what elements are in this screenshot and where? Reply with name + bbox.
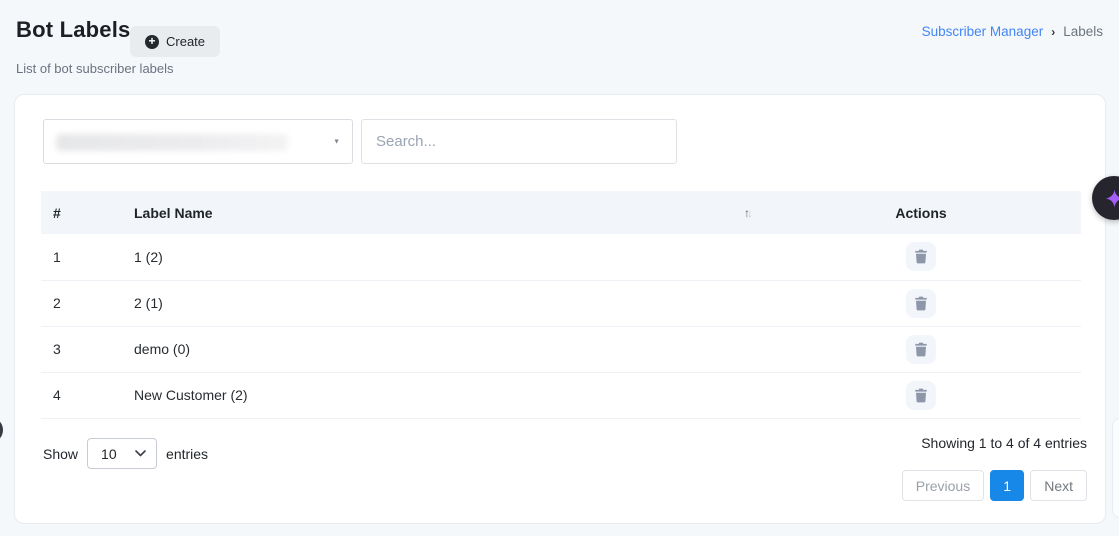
delete-label-button[interactable] (906, 289, 936, 318)
trash-icon (914, 388, 928, 403)
page-size-value: 10 (101, 446, 117, 462)
row-label: demo (0) (134, 326, 761, 372)
row-label: 1 (2) (134, 234, 761, 280)
column-header-label-name[interactable]: Label Name ↑↓ (134, 191, 761, 234)
column-header-index: # (41, 191, 134, 234)
page-1-button[interactable]: 1 (990, 470, 1024, 501)
breadcrumb-parent-link[interactable]: Subscriber Manager (922, 24, 1044, 39)
chevron-down-icon (135, 450, 146, 457)
page-size-control: Show 10 entries (43, 438, 208, 469)
plus-circle-icon: + (145, 35, 159, 49)
entries-label: entries (166, 446, 208, 462)
delete-label-button[interactable] (906, 381, 936, 410)
table-row: 1 1 (2) (41, 234, 1081, 280)
create-button[interactable]: + Create (130, 26, 220, 57)
create-button-label: Create (166, 34, 205, 49)
breadcrumb-current: Labels (1063, 24, 1103, 39)
row-label: 2 (1) (134, 280, 761, 326)
right-edge-panel (1112, 418, 1119, 518)
breadcrumb: Subscriber Manager › Labels (922, 24, 1103, 39)
column-header-actions: Actions (761, 191, 1081, 234)
redacted-selected-value (56, 134, 288, 151)
page-subtitle: List of bot subscriber labels (16, 61, 174, 76)
labels-card: ▼ # Label Name ↑↓ Actions 1 1 (2) (14, 94, 1106, 524)
row-index: 4 (41, 372, 134, 418)
page-title: Bot Labels (16, 17, 130, 43)
trash-icon (914, 342, 928, 357)
next-page-button[interactable]: Next (1030, 470, 1087, 501)
previous-page-button[interactable]: Previous (902, 470, 984, 501)
table-header-row: # Label Name ↑↓ Actions (41, 191, 1081, 234)
search-input[interactable] (361, 119, 677, 164)
row-index: 3 (41, 326, 134, 372)
delete-label-button[interactable] (906, 242, 936, 271)
showing-entries-text: Showing 1 to 4 of 4 entries (921, 435, 1087, 451)
labels-table: # Label Name ↑↓ Actions 1 1 (2) (41, 191, 1081, 419)
trash-icon (914, 249, 928, 264)
show-label: Show (43, 446, 78, 462)
row-index: 2 (41, 280, 134, 326)
pagination: Previous 1 Next (902, 470, 1087, 501)
bot-filter-select[interactable]: ▼ (43, 119, 353, 164)
trash-icon (914, 296, 928, 311)
table-row: 3 demo (0) (41, 326, 1081, 372)
column-header-label-text: Label Name (134, 205, 213, 221)
table-row: 4 New Customer (2) (41, 372, 1081, 418)
sparkle-icon (1105, 189, 1119, 208)
page-size-select[interactable]: 10 (87, 438, 157, 469)
caret-down-icon: ▼ (333, 138, 340, 145)
left-edge-widget[interactable] (0, 417, 3, 443)
breadcrumb-separator-icon: › (1051, 25, 1055, 39)
row-index: 1 (41, 234, 134, 280)
table-row: 2 2 (1) (41, 280, 1081, 326)
delete-label-button[interactable] (906, 335, 936, 364)
bot-labels-page: Bot Labels + Create List of bot subscrib… (0, 0, 1119, 536)
row-label: New Customer (2) (134, 372, 761, 418)
sort-icon: ↑↓ (744, 206, 753, 220)
